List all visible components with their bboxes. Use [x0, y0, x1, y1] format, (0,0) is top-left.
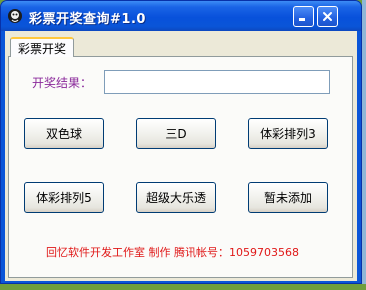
desktop-edge: [362, 0, 366, 290]
not-added-button[interactable]: 暂未添加: [248, 182, 328, 213]
tab-lottery-results[interactable]: 彩票开奖: [10, 37, 74, 57]
app-icon[interactable]: [7, 8, 23, 24]
result-input[interactable]: [104, 70, 330, 94]
minimize-button[interactable]: [293, 6, 314, 27]
close-icon: [323, 12, 332, 21]
window-title: 彩票开奖查询#1.0: [29, 12, 146, 27]
double-color-ball-button[interactable]: 双色球: [24, 118, 104, 149]
minimize-icon: [299, 18, 305, 21]
super-lotto-button[interactable]: 超级大乐透: [136, 182, 216, 213]
result-label: 开奖结果：: [32, 76, 93, 90]
pl5-button[interactable]: 体彩排列5: [24, 182, 104, 213]
title-bar[interactable]: 彩票开奖查询#1.0: [1, 1, 361, 31]
close-button[interactable]: [317, 6, 338, 27]
3d-button[interactable]: 三D: [136, 118, 216, 149]
pl3-button[interactable]: 体彩排列3: [248, 118, 328, 149]
footer-credit: 回忆软件开发工作室 制作 腾讯帐号：1059703568: [46, 246, 299, 259]
desktop-background: [0, 284, 366, 290]
